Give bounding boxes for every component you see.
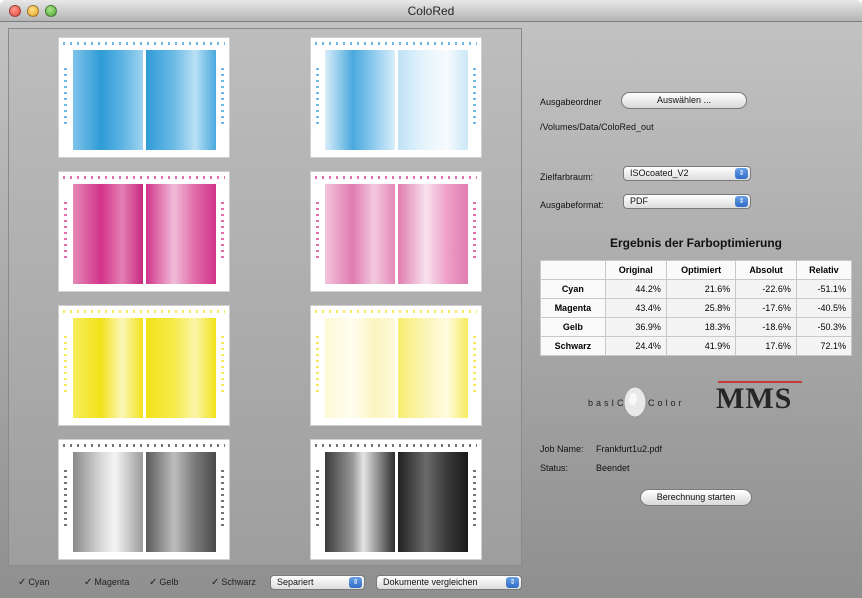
popup-arrows-icon: ⇕ (506, 577, 519, 588)
popup-arrows-icon: ⇕ (735, 196, 748, 207)
absolute-cell: -18.6% (735, 317, 797, 337)
checkmark-icon: ✓ (211, 577, 220, 588)
title-bar: ColoRed (0, 0, 862, 22)
original-cell: 24.4% (604, 336, 667, 356)
preview-yellow-optimized (310, 305, 482, 426)
checkmark-icon: ✓ (84, 577, 93, 588)
target-colorspace-label: Zielfarbraum: (540, 172, 594, 182)
status-value: Beendet (596, 463, 630, 473)
app-window: ColoRed Ausgabeordner Auswählen ... /Vol… (0, 0, 862, 598)
checkbox-schwarz[interactable]: ✓ Schwarz (211, 577, 256, 588)
optimized-cell: 21.6% (665, 279, 737, 299)
preview-black-original (58, 439, 230, 560)
output-format-label: Ausgabeformat: (540, 200, 604, 210)
mms-logo: MMS (716, 378, 806, 418)
column-header: Optimiert (665, 260, 737, 280)
preview-black-optimized (310, 439, 482, 560)
table-row: Magenta 43.4% 25.8% -17.6% -40.5% (540, 298, 853, 318)
relative-cell: -40.5% (795, 298, 853, 318)
checkbox-label: Cyan (28, 577, 50, 587)
optimized-cell: 41.9% (665, 336, 737, 356)
target-colorspace-value: ISOcoated_V2 (630, 168, 689, 178)
basiccolor-logo: basIC Color (580, 382, 700, 422)
preview-magenta-optimized (310, 171, 482, 292)
preview-cyan-original (58, 37, 230, 158)
column-header: Relativ (795, 260, 853, 280)
row-header: Magenta (540, 298, 606, 318)
absolute-cell: 17.6% (735, 336, 797, 356)
popup-arrows-icon: ⇕ (735, 168, 748, 179)
output-format-value: PDF (630, 196, 648, 206)
target-colorspace-select[interactable]: ISOcoated_V2 ⇕ (623, 166, 751, 181)
output-path: /Volumes/Data/ColoRed_out (540, 122, 654, 132)
relative-cell: -50.3% (795, 317, 853, 337)
output-format-select[interactable]: PDF ⇕ (623, 194, 751, 209)
relative-cell: -51.1% (795, 279, 853, 299)
separation-mode-value: Separiert (277, 577, 314, 587)
popup-arrows-icon: ⇕ (349, 577, 362, 588)
checkbox-magenta[interactable]: ✓ Magenta (84, 577, 129, 588)
results-table: Original Optimiert Absolut Relativ Cyan … (540, 260, 853, 356)
table-row: Gelb 36.9% 18.3% -18.6% -50.3% (540, 317, 853, 337)
start-calculation-button[interactable]: Berechnung starten (640, 489, 752, 506)
checkbox-label: Gelb (159, 577, 179, 587)
separation-preview-panel (8, 28, 522, 566)
checkbox-label: Magenta (94, 577, 130, 587)
checkmark-icon: ✓ (18, 577, 27, 588)
row-header: Gelb (540, 317, 606, 337)
column-header: Original (604, 260, 667, 280)
optimized-cell: 18.3% (665, 317, 737, 337)
table-row: Schwarz 24.4% 41.9% 17.6% 72.1% (540, 336, 853, 356)
compare-documents-select[interactable]: Dokumente vergleichen ⇕ (376, 575, 522, 590)
optimized-cell: 25.8% (665, 298, 737, 318)
svg-text:basIC: basIC (588, 398, 627, 408)
column-header: Absolut (735, 260, 797, 280)
svg-text:Color: Color (648, 398, 685, 408)
table-row: Cyan 44.2% 21.6% -22.6% -51.1% (540, 279, 853, 299)
checkbox-gelb[interactable]: ✓ Gelb (149, 577, 178, 588)
choose-folder-button[interactable]: Auswählen ... (621, 92, 747, 109)
job-name-label: Job Name: (540, 444, 584, 454)
status-label: Status: (540, 463, 569, 473)
compare-documents-value: Dokumente vergleichen (383, 577, 478, 587)
separation-mode-select[interactable]: Separiert ⇕ (270, 575, 365, 590)
absolute-cell: -22.6% (735, 279, 797, 299)
preview-yellow-original (58, 305, 230, 426)
window-title: ColoRed (407, 4, 455, 18)
output-folder-label: Ausgabeordner (540, 97, 602, 107)
original-cell: 36.9% (604, 317, 667, 337)
job-name-value: Frankfurt1u2.pdf (596, 444, 663, 454)
mms-logo-text: MMS (716, 382, 793, 415)
preview-magenta-original (58, 171, 230, 292)
checkbox-cyan[interactable]: ✓ Cyan (18, 577, 49, 588)
original-cell: 43.4% (604, 298, 667, 318)
preview-cyan-optimized (310, 37, 482, 158)
basiccolor-logo-graphic: basIC Color (588, 386, 685, 418)
row-header: Schwarz (540, 336, 606, 356)
original-cell: 44.2% (604, 279, 667, 299)
checkmark-icon: ✓ (149, 577, 158, 588)
checkbox-label: Schwarz (221, 577, 256, 587)
row-header: Cyan (540, 279, 606, 299)
relative-cell: 72.1% (795, 336, 853, 356)
column-header (540, 260, 606, 280)
absolute-cell: -17.6% (735, 298, 797, 318)
results-header-row: Original Optimiert Absolut Relativ (540, 260, 853, 280)
results-title: Ergebnis der Farboptimierung (609, 236, 783, 250)
